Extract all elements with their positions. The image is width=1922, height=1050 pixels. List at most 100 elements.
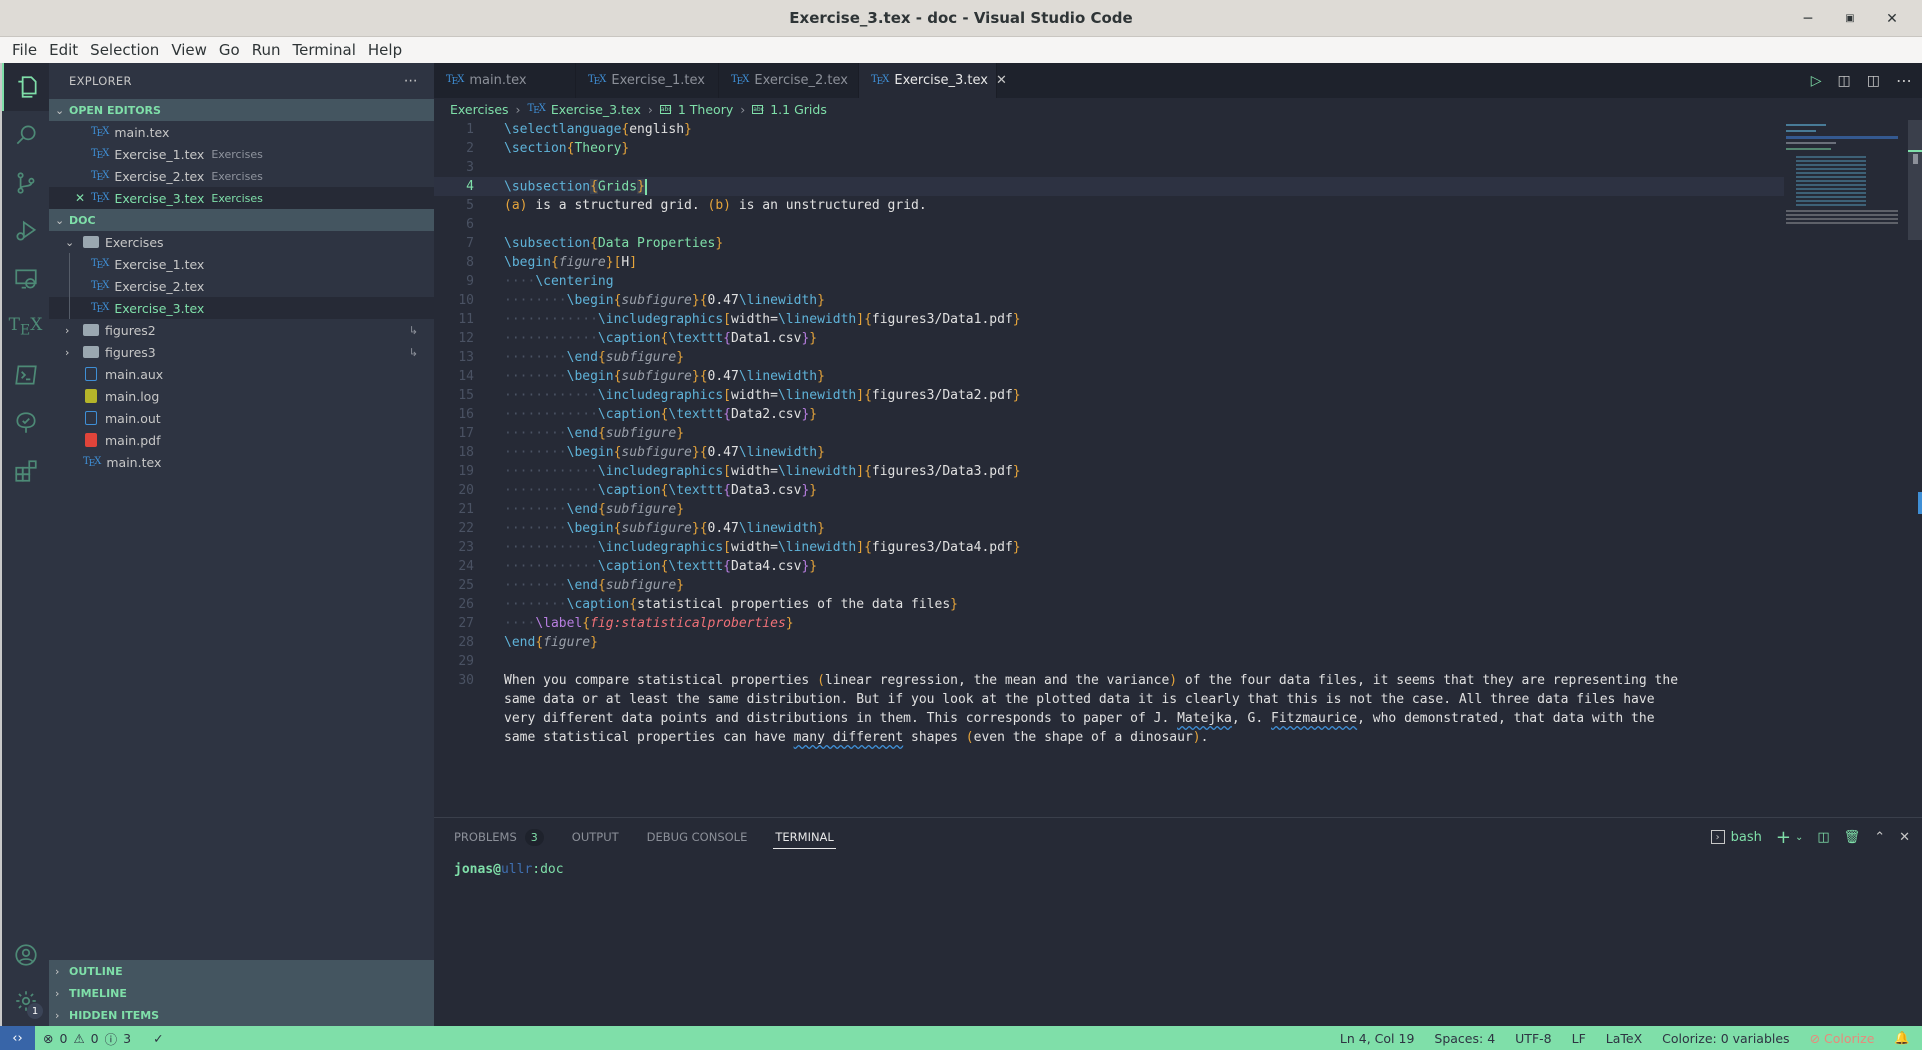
panel-tab-debug-console[interactable]: DEBUG CONSOLE [647, 818, 748, 856]
folder-exercises[interactable]: ⌄ Exercises [49, 231, 434, 253]
terminal[interactable]: jonas@ullr:doc [434, 856, 1922, 877]
open-editors-header[interactable]: ⌄ OPEN EDITORS [49, 99, 434, 121]
activity-tex[interactable]: TEX [2, 303, 49, 351]
tab-exercise-1[interactable]: TEX Exercise_1.tex [576, 63, 719, 98]
split-editor-icon[interactable]: ◫ [1867, 73, 1880, 89]
panel-tab-problems[interactable]: PROBLEMS 3 [454, 818, 544, 856]
file-item[interactable]: main.log [49, 385, 434, 407]
file-item[interactable]: main.out [49, 407, 434, 429]
tab-main-tex[interactable]: TEX main.tex [434, 63, 576, 98]
open-editor-item[interactable]: TEX main.tex [49, 121, 434, 143]
file-item[interactable]: TEX main.tex [49, 451, 434, 473]
cursor-position[interactable]: Ln 4, Col 19 [1340, 1031, 1415, 1046]
file-item-active[interactable]: TEX Exercise_3.tex [49, 297, 434, 319]
maximize-button[interactable]: ▣ [1830, 0, 1870, 37]
terminal-shell-selector[interactable]: › bash [1710, 830, 1762, 845]
activity-manage[interactable]: 1 [2, 977, 49, 1025]
bottom-panel: PROBLEMS 3 OUTPUT DEBUG CONSOLE TERMINAL … [434, 817, 1922, 1026]
text-cursor [644, 178, 647, 195]
file-item[interactable]: main.pdf [49, 429, 434, 451]
code-line: 21 ········\end{subfigure} [458, 502, 685, 517]
chevron-right-icon: › [55, 1008, 60, 1022]
chevron-down-icon: ⌄ [55, 213, 65, 227]
search-icon [16, 125, 36, 145]
breadcrumb-folder[interactable]: Exercises [450, 102, 509, 117]
activity-remote-explorer[interactable] [2, 255, 49, 303]
new-terminal-icon[interactable]: + [1776, 827, 1791, 848]
open-editor-item-active[interactable]: ✕ TEX Exercise_3.tex Exercises [49, 187, 434, 209]
hidden-items-header[interactable]: › HIDDEN ITEMS [49, 1004, 434, 1026]
open-editor-item[interactable]: TEX Exercise_1.tex Exercises [49, 143, 434, 165]
indentation[interactable]: Spaces: 4 [1434, 1031, 1495, 1046]
panel-tab-output[interactable]: OUTPUT [572, 818, 619, 856]
minimize-button[interactable]: ─ [1788, 0, 1828, 37]
file-item[interactable]: TEX Exercise_1.tex [49, 253, 434, 275]
activity-search[interactable] [2, 111, 49, 159]
language-mode[interactable]: LaTeX [1606, 1031, 1642, 1046]
activity-source-control[interactable] [2, 159, 49, 207]
close-panel-icon[interactable]: ✕ [1899, 830, 1910, 845]
more-actions-icon[interactable]: ⋯ [1896, 71, 1912, 90]
activity-testing[interactable] [2, 399, 49, 447]
minimap[interactable] [1786, 120, 1898, 240]
folder-item[interactable]: › figures2 ↳ [49, 319, 434, 341]
outline-header[interactable]: › OUTLINE [49, 960, 434, 982]
close-editor-icon[interactable]: ✕ [75, 191, 85, 205]
tex-file-icon: TEX [91, 191, 109, 205]
editor-scrollbar[interactable] [1908, 120, 1922, 880]
tab-exercise-2[interactable]: TEX Exercise_2.tex [719, 63, 859, 98]
tab-exercise-3[interactable]: TEX Exercise_3.tex ✕ [859, 63, 1007, 98]
menu-run[interactable]: Run [246, 41, 287, 59]
close-window-button[interactable]: ✕ [1872, 0, 1912, 37]
trash-icon[interactable]: 🗑 [1844, 830, 1861, 845]
code-editor[interactable]: 1 \selectlanguage{english} 2 \section{Theo… [434, 120, 1784, 747]
activity-terminal[interactable] [2, 351, 49, 399]
file-item[interactable]: TEX Exercise_2.tex [49, 275, 434, 297]
menu-edit[interactable]: Edit [43, 41, 84, 59]
folder-item[interactable]: › figures3 ↳ [49, 341, 434, 363]
panel-tab-terminal[interactable]: TERMINAL [773, 818, 837, 856]
menu-view[interactable]: View [165, 41, 213, 59]
file-item[interactable]: main.aux [49, 363, 434, 385]
colorize-variables[interactable]: Colorize: 0 variables [1662, 1031, 1789, 1046]
chevron-right-icon: › [740, 101, 746, 117]
timeline-header[interactable]: › TIMELINE [49, 982, 434, 1004]
tex-file-icon: TEX [527, 102, 546, 116]
activity-explorer[interactable] [2, 63, 49, 111]
run-icon[interactable]: ▷ [1811, 73, 1822, 89]
split-terminal-icon[interactable]: ◫ [1817, 830, 1829, 845]
more-actions-icon[interactable]: ⋯ [404, 73, 418, 89]
log-file-icon [85, 389, 97, 403]
workspace-header[interactable]: ⌄ DOC [49, 209, 434, 231]
breadcrumb-subsection[interactable]: 1.1 Grids [770, 102, 827, 117]
activity-accounts[interactable] [2, 931, 49, 979]
breadcrumb-file[interactable]: Exercise_3.tex [551, 102, 641, 117]
close-tab-icon[interactable]: ✕ [996, 73, 1007, 88]
menu-file[interactable]: File [6, 41, 43, 59]
chevron-right-icon: › [515, 101, 521, 117]
menu-help[interactable]: Help [362, 41, 408, 59]
encoding[interactable]: UTF-8 [1515, 1031, 1551, 1046]
menu-bar: File Edit Selection View Go Run Terminal… [0, 37, 1922, 63]
line-ending[interactable]: LF [1572, 1031, 1586, 1046]
maximize-panel-icon[interactable]: ⌃ [1874, 830, 1885, 845]
activity-extensions[interactable] [2, 447, 49, 495]
check-icon[interactable]: ✓ [153, 1031, 163, 1046]
code-line: 29 [458, 654, 474, 669]
colorize-toggle[interactable]: ⊘ Colorize [1810, 1031, 1875, 1046]
bell-icon[interactable]: 🔔 [1894, 1030, 1910, 1046]
menu-selection[interactable]: Selection [84, 41, 165, 59]
chevron-down-icon[interactable]: ⌄ [1795, 832, 1803, 843]
remote-indicator[interactable]: ‹› [0, 1026, 35, 1050]
menu-terminal[interactable]: Terminal [287, 41, 362, 59]
breadcrumb-section[interactable]: 1 Theory [678, 102, 733, 117]
tex-file-icon: TEX [871, 74, 889, 87]
open-preview-icon[interactable]: ◫ [1838, 73, 1851, 89]
problems-status[interactable]: ⊗ 0 ⚠ 0 ⓘ 3 ✓ [35, 1029, 164, 1048]
activity-run-debug[interactable] [2, 207, 49, 255]
open-editor-item[interactable]: TEX Exercise_2.tex Exercises [49, 165, 434, 187]
menu-go[interactable]: Go [213, 41, 246, 59]
warning-icon: ⚠ [73, 1030, 85, 1046]
file-icon [85, 411, 97, 425]
code-line: 13 ········\end{subfigure} [458, 350, 685, 365]
